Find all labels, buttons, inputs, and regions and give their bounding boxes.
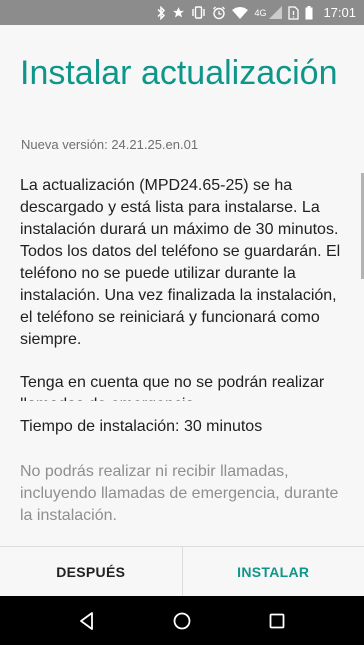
no-sim-icon (288, 0, 300, 25)
star-icon (172, 0, 185, 25)
install-time-label: Tiempo de instalación: 30 minutos (20, 418, 263, 435)
description-paragraph: Tenga en cuenta que no se podrán realiza… (20, 374, 325, 401)
dialog-title: Instalar actualización (20, 54, 338, 92)
back-icon[interactable] (67, 601, 107, 641)
wifi-icon (232, 0, 249, 25)
call-warning-note: No podrás realizar ni recibir llamadas, … (20, 463, 339, 524)
battery-icon (305, 0, 313, 25)
clock: 17:01 (323, 5, 356, 20)
version-label: Nueva versión: 24.21.25.en.01 (21, 137, 199, 152)
install-button[interactable]: INSTALAR (183, 547, 364, 597)
vibrate-icon (191, 0, 206, 25)
home-icon[interactable] (162, 601, 202, 641)
status-bar: 4G 17:01 (0, 0, 364, 25)
update-dialog: Instalar actualización Nueva versión: 24… (0, 25, 364, 546)
signal-icon (269, 0, 283, 25)
description-scroll-area[interactable]: La actualización (MPD24.65-25) se ha des… (20, 175, 346, 401)
network-type: 4G (254, 7, 267, 18)
status-icons: 4G 17:01 (156, 0, 356, 25)
later-button[interactable]: DESPUÉS (0, 547, 183, 597)
navigation-bar (0, 596, 364, 645)
bluetooth-icon (156, 0, 166, 25)
alarm-icon (212, 0, 226, 25)
recents-icon[interactable] (257, 601, 297, 641)
description-paragraph: La actualización (MPD24.65-25) se ha des… (20, 177, 341, 348)
dialog-buttons: DESPUÉS INSTALAR (0, 546, 364, 597)
